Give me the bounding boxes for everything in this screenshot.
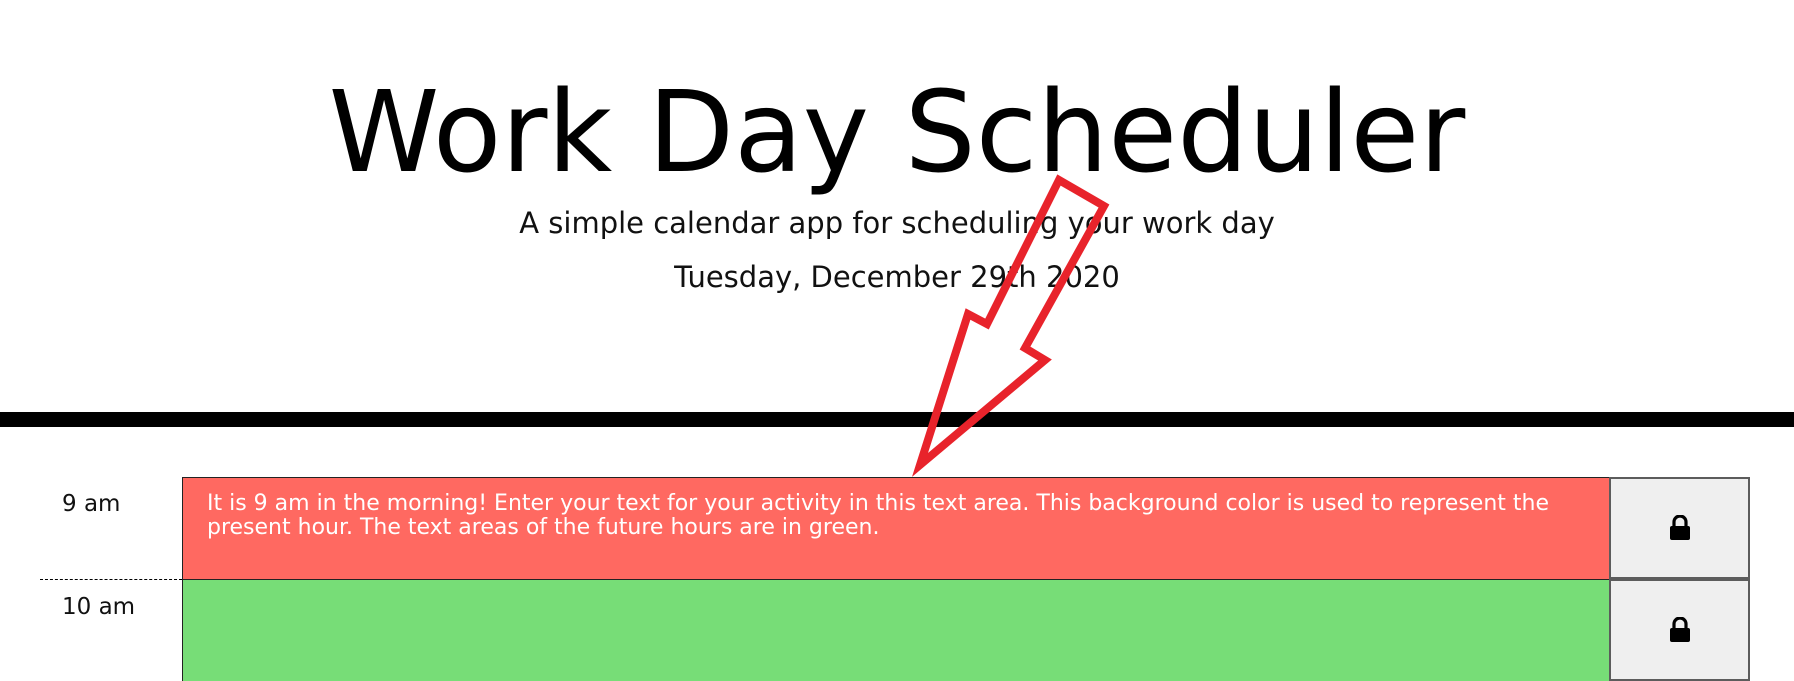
page-title: Work Day Scheduler (328, 68, 1466, 198)
activity-textarea[interactable]: It is 9 am in the morning! Enter your te… (182, 477, 1609, 579)
lock-icon (1669, 515, 1690, 540)
lock-icon (1669, 617, 1690, 642)
current-date: Tuesday, December 29th 2020 (674, 260, 1120, 294)
save-button[interactable] (1609, 579, 1750, 681)
save-button[interactable] (1609, 477, 1750, 579)
activity-textarea[interactable] (182, 579, 1609, 681)
timeblock-row-9am: 9 am It is 9 am in the morning! Enter yo… (0, 477, 1794, 579)
timeblock-row-10am: 10 am (0, 579, 1794, 681)
hour-label: 9 am (62, 491, 121, 517)
hour-label: 10 am (40, 579, 182, 681)
header-divider (0, 412, 1794, 427)
page-header: Work Day Scheduler A simple calendar app… (0, 0, 1794, 413)
page-subtitle: A simple calendar app for scheduling you… (519, 206, 1275, 240)
